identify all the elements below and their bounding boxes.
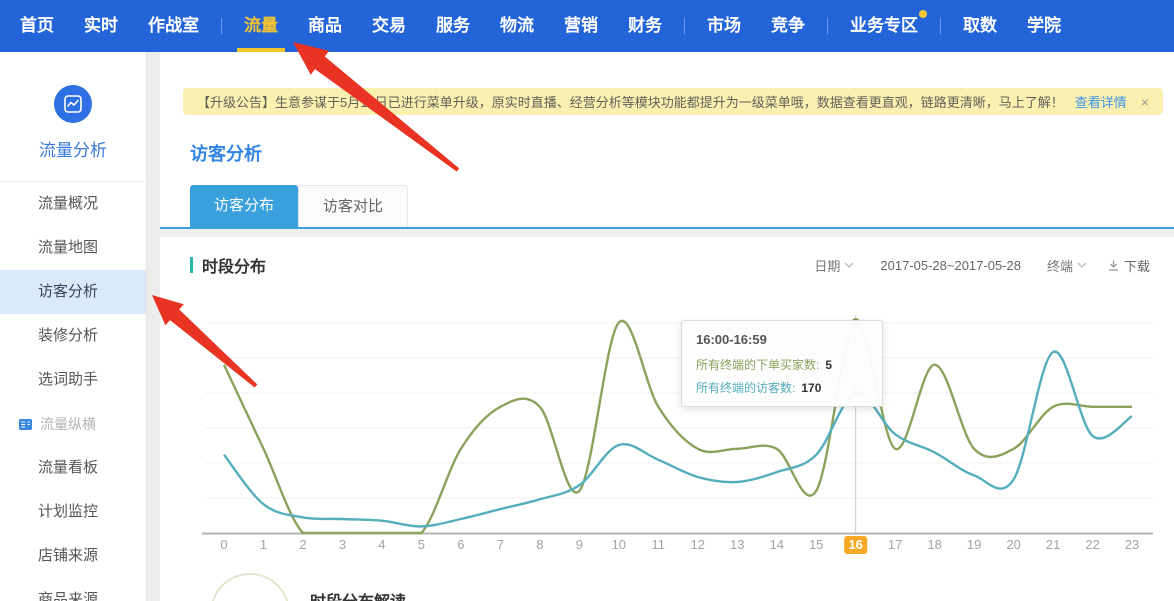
nav-item-service[interactable]: 服务: [421, 0, 485, 52]
nav-item-trade[interactable]: 交易: [357, 0, 421, 52]
sidebar-title: 流量分析: [0, 136, 146, 182]
nav-item-academy[interactable]: 学院: [1012, 0, 1076, 52]
nav-item-market[interactable]: 市场: [692, 0, 756, 52]
top-nav: 首页实时作战室流量商品交易服务物流营销财务市场竞争业务专区取数学院: [0, 0, 1174, 52]
sidebar-section-traffic-matrix[interactable]: 流量纵横: [0, 402, 146, 446]
sidebar-item-shop-source[interactable]: 店铺来源: [0, 534, 146, 578]
nav-item-product[interactable]: 商品: [293, 0, 357, 52]
nav-item-marketing[interactable]: 营销: [549, 0, 613, 52]
svg-text:16: 16: [848, 537, 862, 552]
svg-text:22: 22: [1085, 537, 1099, 552]
sidebar-item-plan-monitor[interactable]: 计划监控: [0, 490, 146, 534]
nav-item-competition[interactable]: 竞争: [756, 0, 820, 52]
svg-text:17: 17: [888, 537, 902, 552]
svg-text:18: 18: [927, 537, 941, 552]
tooltip-row-visitors: 所有终端的访客数:170: [696, 379, 868, 396]
nav-item-home[interactable]: 首页: [5, 0, 69, 52]
sidebar-item-word-picker[interactable]: 选词助手: [0, 358, 146, 402]
divider-band: [160, 229, 1174, 237]
sidebar-item-traffic-overview[interactable]: 流量概况: [0, 182, 146, 226]
nav-item-logistics[interactable]: 物流: [485, 0, 549, 52]
nav-item-finance[interactable]: 财务: [613, 0, 677, 52]
upgrade-notice-banner: 【升级公告】生意参谋于5月16日已进行菜单升级，原实时直播、经营分析等模块功能都…: [183, 88, 1163, 115]
app-window: 首页实时作战室流量商品交易服务物流营销财务市场竞争业务专区取数学院 流量分析 流…: [0, 0, 1174, 601]
svg-text:2: 2: [299, 537, 306, 552]
tab-visitor-distribution[interactable]: 访客分布: [190, 185, 298, 227]
new-badge-dot: [919, 10, 927, 18]
sidebar-section-label: 流量纵横: [40, 414, 96, 434]
tab-bar: 访客分布 访客对比: [190, 185, 1174, 227]
chart-tooltip: 16:00-16:59 所有终端的下单买家数:5 所有终端的访客数:170: [681, 320, 883, 407]
dashboard-icon: [18, 417, 33, 432]
svg-text:10: 10: [612, 537, 626, 552]
sidebar-item-traffic-map[interactable]: 流量地图: [0, 226, 146, 270]
close-icon[interactable]: ×: [1141, 94, 1149, 110]
sidebar: 流量分析 流量概况流量地图访客分析装修分析选词助手 流量纵横 流量看板计划监控店…: [0, 52, 147, 601]
svg-text:21: 21: [1046, 537, 1060, 552]
svg-text:20: 20: [1006, 537, 1020, 552]
banner-text: 【升级公告】生意参谋于5月16日已进行菜单升级，原实时直播、经营分析等模块功能都…: [197, 92, 1071, 111]
interpretation-title: 时段分布解读: [310, 588, 406, 601]
svg-text:15: 15: [809, 537, 823, 552]
svg-text:5: 5: [418, 537, 425, 552]
nav-item-data-extract[interactable]: 取数: [948, 0, 1012, 52]
hourly-line-chart[interactable]: 01234567891011121314151617181920212223: [160, 237, 1174, 601]
svg-text:11: 11: [652, 537, 666, 552]
sidebar-header: 流量分析: [0, 52, 146, 182]
svg-text:6: 6: [457, 537, 464, 552]
svg-text:1: 1: [260, 537, 267, 552]
svg-text:13: 13: [730, 537, 744, 552]
svg-text:9: 9: [576, 537, 583, 552]
sidebar-menu: 流量概况流量地图访客分析装修分析选词助手: [0, 182, 146, 402]
nav-item-war-room[interactable]: 作战室: [133, 0, 214, 52]
svg-text:23: 23: [1125, 537, 1139, 552]
sidebar-menu-2: 流量看板计划监控店铺来源商品来源: [0, 446, 146, 601]
sidebar-item-decoration-analysis[interactable]: 装修分析: [0, 314, 146, 358]
tab-visitor-compare[interactable]: 访客对比: [298, 185, 408, 227]
nav-item-business-zone[interactable]: 业务专区: [835, 0, 933, 52]
svg-text:19: 19: [967, 537, 981, 552]
nav-divider: [940, 18, 941, 34]
time-distribution-section: 时段分布 日期 2017-05-28~2017-05-28 终端: [160, 237, 1174, 601]
svg-text:14: 14: [769, 537, 783, 552]
svg-text:3: 3: [339, 537, 346, 552]
svg-text:4: 4: [378, 537, 385, 552]
line-chart-icon: [54, 85, 92, 123]
svg-text:7: 7: [497, 537, 504, 552]
page-title: 访客分析: [190, 140, 1174, 160]
svg-text:8: 8: [536, 537, 543, 552]
main-content: 【升级公告】生意参谋于5月16日已进行菜单升级，原实时直播、经营分析等模块功能都…: [160, 52, 1174, 601]
nav-divider: [221, 18, 222, 34]
nav-divider: [827, 18, 828, 34]
svg-text:12: 12: [691, 537, 705, 552]
tooltip-row-buyers: 所有终端的下单买家数:5: [696, 356, 868, 373]
sidebar-item-product-source[interactable]: 商品来源: [0, 578, 146, 601]
sidebar-item-traffic-board[interactable]: 流量看板: [0, 446, 146, 490]
nav-divider: [684, 18, 685, 34]
svg-text:0: 0: [220, 537, 227, 552]
banner-detail-link[interactable]: 查看详情: [1075, 92, 1127, 111]
nav-item-realtime[interactable]: 实时: [69, 0, 133, 52]
tooltip-time-range: 16:00-16:59: [696, 332, 868, 347]
nav-item-traffic[interactable]: 流量: [229, 0, 293, 52]
sidebar-item-visitor-analysis[interactable]: 访客分析: [0, 270, 146, 314]
content-gutter: [147, 52, 160, 601]
